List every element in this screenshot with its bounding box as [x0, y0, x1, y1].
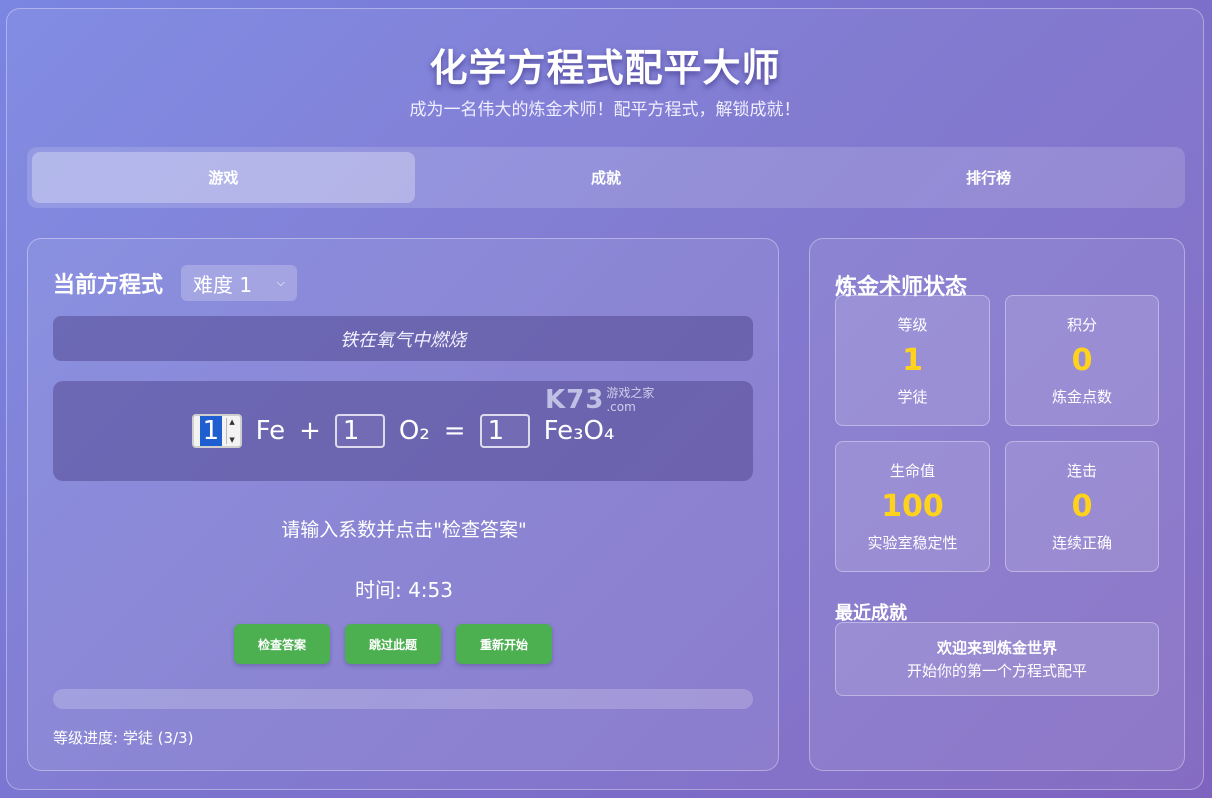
stat-value: 0 [1071, 489, 1093, 524]
tab-leaderboard[interactable]: 排行榜 [797, 152, 1180, 203]
chevron-down-icon: ⌵ [276, 276, 286, 289]
tab-bar: 游戏 成就 排行榜 [27, 147, 1185, 208]
equation-header: 当前方程式 难度 1 ⌵ [53, 265, 298, 301]
tab-achievements[interactable]: 成就 [415, 152, 798, 203]
app-container: 化学方程式配平大师 成为一名伟大的炼金术师！配平方程式，解锁成就！ 游戏 成就 … [6, 8, 1204, 790]
instruction-text: 请输入系数并点击"检查答案" [281, 519, 527, 541]
coefficient-input-fe3o4[interactable]: 1 [479, 414, 530, 448]
stat-grid: 等级 1 学徒 积分 0 炼金点数 生命值 100 实验室稳定性 连击 0 连续… [835, 295, 1159, 572]
stat-sub: 实验室稳定性 [867, 534, 958, 552]
plus-sign: + [299, 416, 321, 446]
coefficient-value-fe: 1 [199, 416, 223, 446]
watermark-logo-text: K73 [545, 385, 605, 415]
stat-sub: 连续正确 [1051, 534, 1112, 552]
stat-card-combo: 连击 0 连续正确 [1005, 441, 1159, 572]
page-title: 化学方程式配平大师 [429, 46, 781, 90]
equals-sign: = [443, 416, 466, 446]
restart-button[interactable]: 重新开始 [456, 624, 553, 664]
watermark-caption: 游戏之家 .com [606, 386, 654, 414]
stat-label: 生命值 [889, 462, 935, 480]
stat-label: 连击 [1066, 462, 1097, 480]
difficulty-value: 难度 1 [193, 272, 253, 297]
skip-button[interactable]: 跳过此题 [345, 624, 442, 664]
stat-card-level: 等级 1 学徒 [835, 295, 990, 426]
tab-game[interactable]: 游戏 [32, 152, 415, 203]
recent-achievement-card: 欢迎来到炼金世界 开始你的第一个方程式配平 [835, 622, 1159, 696]
recent-achievement-title: 欢迎来到炼金世界 [936, 639, 1057, 657]
formula-fe: Fe [255, 416, 286, 446]
game-panel: 当前方程式 难度 1 ⌵ 铁在氧气中燃烧 1 ▲ ▼ Fe + 1 O₂ = 1 … [27, 238, 779, 771]
stat-label: 等级 [897, 316, 928, 334]
stat-sub: 炼金点数 [1051, 388, 1112, 406]
stat-value: 100 [881, 489, 944, 524]
coefficient-value-fe3o4: 1 [487, 416, 505, 446]
formula-fe3o4: Fe₃O₄ [543, 416, 615, 446]
watermark-line1: 游戏之家 [606, 386, 655, 400]
level-progress-text: 等级进度: 学徒 (3/3) [53, 729, 194, 747]
coefficient-input-o2[interactable]: 1 [334, 414, 385, 448]
stat-card-health: 生命值 100 实验室稳定性 [835, 441, 990, 572]
page-subtitle: 成为一名伟大的炼金术师！配平方程式，解锁成就！ [409, 100, 801, 120]
status-panel: 炼金术师状态 等级 1 学徒 积分 0 炼金点数 生命值 100 实验室稳定性 … [809, 238, 1185, 771]
coefficient-value-o2: 1 [342, 416, 360, 446]
timer: 时间: 4:53 [354, 578, 453, 602]
equation-heading: 当前方程式 [53, 273, 164, 298]
coefficient-input-fe[interactable]: 1 ▲ ▼ [191, 414, 242, 448]
stat-sub: 学徒 [897, 388, 928, 406]
equation-description: 铁在氧气中燃烧 [53, 316, 753, 361]
check-answer-button[interactable]: 检查答案 [234, 624, 331, 664]
action-buttons: 检查答案 跳过此题 重新开始 [234, 624, 553, 664]
stat-value: 1 [902, 343, 923, 378]
stat-label: 积分 [1066, 316, 1097, 334]
formula-o2: O₂ [398, 416, 430, 446]
difficulty-select[interactable]: 难度 1 ⌵ [181, 265, 298, 301]
stat-card-points: 积分 0 炼金点数 [1005, 295, 1159, 426]
stat-value: 0 [1071, 343, 1093, 378]
watermark-logo: K73 游戏之家 .com [545, 385, 654, 415]
spinner-icon[interactable]: ▲ ▼ [225, 418, 238, 444]
recent-achievement-desc: 开始你的第一个方程式配平 [906, 662, 1087, 680]
watermark-line2: .com [606, 400, 636, 414]
level-progress-bar [53, 689, 753, 709]
